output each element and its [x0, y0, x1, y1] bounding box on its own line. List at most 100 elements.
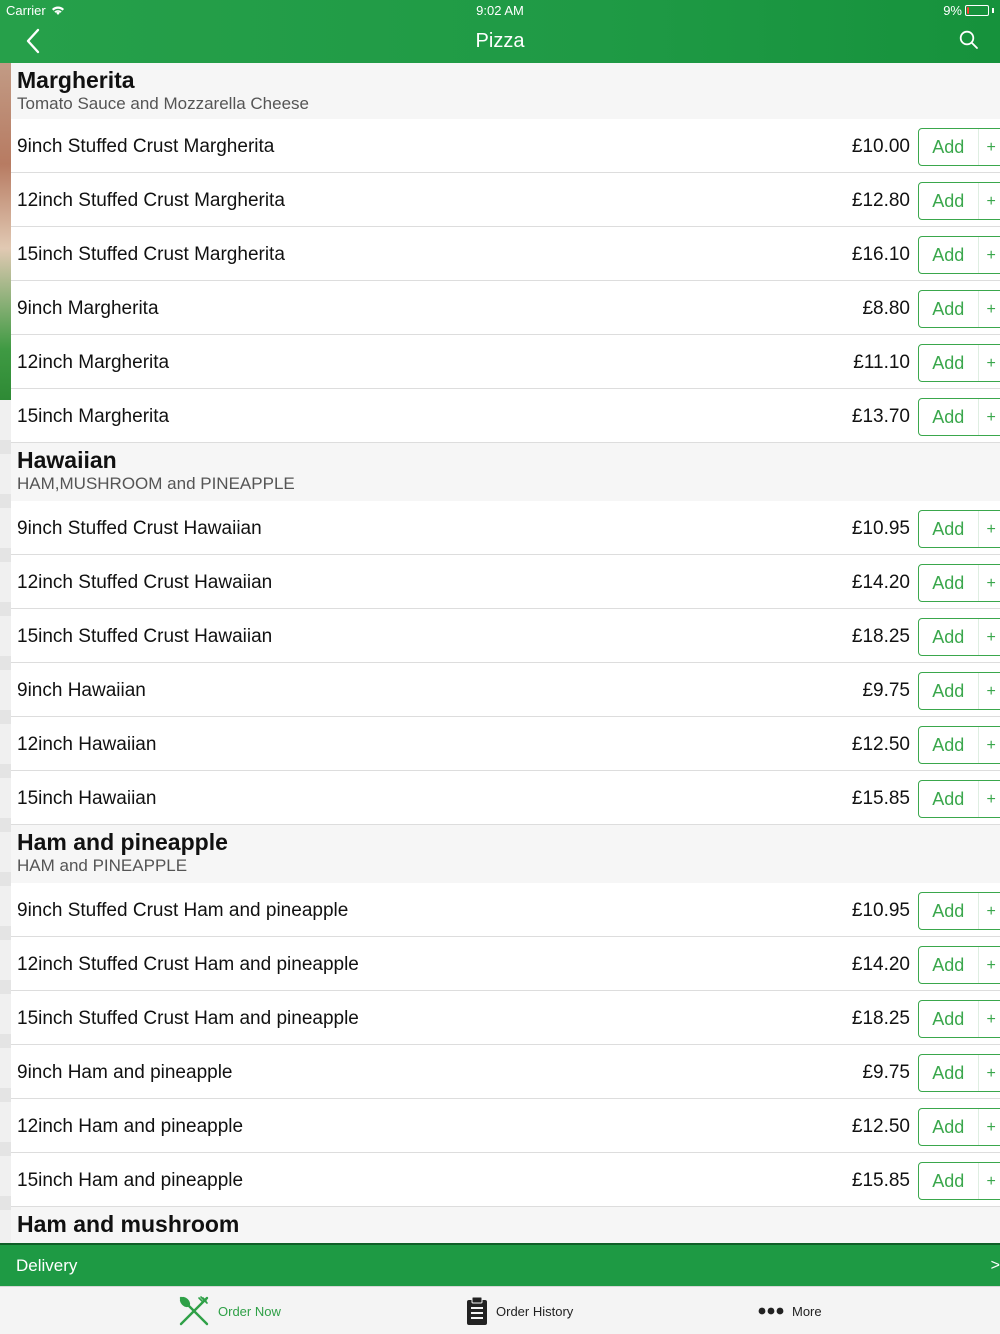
menu-item-row: 12inch Ham and pineapple £12.50 Add +: [11, 1099, 1000, 1153]
add-label: Add: [932, 190, 965, 211]
delivery-label: Delivery: [16, 1256, 78, 1275]
menu-item-row: 12inch Hawaiian £12.50 Add +: [11, 717, 1000, 771]
add-button[interactable]: Add +: [918, 1108, 1000, 1146]
item-price: £12.50: [851, 734, 910, 755]
add-button[interactable]: Add +: [918, 618, 1000, 656]
plus-icon: +: [977, 673, 1000, 709]
add-button[interactable]: Add +: [918, 946, 1000, 984]
item-price: £11.10: [853, 352, 910, 373]
menu-item-row: 9inch Ham and pineapple £9.75 Add +: [11, 1045, 1000, 1099]
plus-icon: +: [977, 1055, 1000, 1091]
add-button[interactable]: Add +: [918, 1162, 1000, 1200]
section-description: HAM,MUSHROOM and PINEAPPLE: [17, 474, 295, 493]
item-price: £10.00: [851, 136, 910, 157]
category-strip-background: [0, 400, 11, 1243]
add-label: Add: [932, 626, 965, 647]
item-name: 9inch Hawaiian: [17, 680, 146, 701]
item-name: 15inch Margherita: [17, 406, 170, 427]
section-description: Tomato Sauce and Mozzarella Cheese: [17, 94, 309, 113]
section-title: Ham and mushroom: [17, 1211, 240, 1237]
item-name: 12inch Stuffed Crust Margherita: [17, 190, 285, 211]
plus-icon: +: [977, 893, 1000, 929]
plus-icon: +: [977, 947, 1000, 983]
item-price: £10.95: [851, 900, 910, 921]
add-button[interactable]: Add +: [918, 236, 1000, 274]
tab-more[interactable]: More: [758, 1287, 822, 1334]
ellipsis-icon: [758, 1307, 784, 1315]
add-button[interactable]: Add +: [918, 892, 1000, 930]
menu-item-row: 12inch Stuffed Crust Margherita £12.80 A…: [11, 173, 1000, 227]
menu-item-row: 15inch Ham and pineapple £15.85 Add +: [11, 1153, 1000, 1207]
plus-icon: +: [977, 727, 1000, 763]
add-label: Add: [932, 788, 965, 809]
add-button[interactable]: Add +: [918, 344, 1000, 382]
item-price: £15.85: [851, 1170, 910, 1191]
item-name: 15inch Hawaiian: [17, 788, 157, 809]
menu-item-row: 15inch Stuffed Crust Ham and pineapple £…: [11, 991, 1000, 1045]
section-title: Ham and pineapple: [17, 829, 228, 855]
tab-order-history[interactable]: Order History: [466, 1287, 573, 1334]
menu-item-row: 12inch Margherita £11.10 Add +: [11, 335, 1000, 389]
section-header: Hawaiian HAM,MUSHROOM and PINEAPPLE: [11, 443, 1000, 501]
plus-icon: +: [977, 399, 1000, 435]
battery-status: 9%: [943, 3, 994, 18]
add-label: Add: [932, 954, 965, 975]
item-price: £16.10: [851, 244, 910, 265]
add-label: Add: [932, 518, 965, 539]
add-button[interactable]: Add +: [918, 128, 1000, 166]
add-button[interactable]: Add +: [918, 182, 1000, 220]
delivery-bar[interactable]: Delivery >: [0, 1243, 1000, 1286]
plus-icon: +: [977, 781, 1000, 817]
page-title: Pizza: [475, 30, 525, 52]
add-button[interactable]: Add +: [918, 290, 1000, 328]
add-label: Add: [932, 406, 965, 427]
item-price: £18.25: [851, 1008, 910, 1029]
search-icon: [959, 30, 978, 49]
menu-list: Margherita Tomato Sauce and Mozzarella C…: [11, 63, 1000, 1243]
item-name: 15inch Ham and pineapple: [17, 1170, 244, 1191]
menu-item-row: 12inch Stuffed Crust Ham and pineapple £…: [11, 937, 1000, 991]
battery-nub: [992, 8, 994, 13]
section-title: Margherita: [17, 67, 135, 93]
item-price: £9.75: [862, 680, 910, 701]
chevron-right-icon: >: [990, 1257, 1000, 1274]
item-name: 9inch Margherita: [17, 298, 159, 319]
add-button[interactable]: Add +: [918, 564, 1000, 602]
add-button[interactable]: Add +: [918, 780, 1000, 818]
add-button[interactable]: Add +: [918, 510, 1000, 548]
add-button[interactable]: Add +: [918, 1054, 1000, 1092]
menu-item-row: 9inch Hawaiian £9.75 Add +: [11, 663, 1000, 717]
menu-item-row: 15inch Stuffed Crust Hawaiian £18.25 Add…: [11, 609, 1000, 663]
plus-icon: +: [977, 1001, 1000, 1037]
add-label: Add: [932, 1008, 965, 1029]
clipboard-icon: [467, 1296, 487, 1325]
item-name: 9inch Stuffed Crust Ham and pineapple: [17, 900, 349, 921]
add-button[interactable]: Add +: [918, 1000, 1000, 1038]
add-label: Add: [932, 1116, 965, 1137]
add-button[interactable]: Add +: [918, 398, 1000, 436]
add-button[interactable]: Add +: [918, 726, 1000, 764]
item-name: 12inch Stuffed Crust Hawaiian: [17, 572, 273, 593]
menu-item-row: 9inch Stuffed Crust Hawaiian £10.95 Add +: [11, 501, 1000, 555]
section-title: Hawaiian: [17, 447, 117, 473]
tab-order-now[interactable]: Order Now: [178, 1287, 281, 1334]
add-button[interactable]: Add +: [918, 672, 1000, 710]
section-header: Ham and mushroom: [11, 1207, 1000, 1243]
menu-item-row: 15inch Hawaiian £15.85 Add +: [11, 771, 1000, 825]
plus-icon: +: [977, 1163, 1000, 1199]
battery-percent: 9%: [943, 3, 962, 18]
item-price: £14.20: [851, 572, 910, 593]
add-label: Add: [932, 680, 965, 701]
search-button[interactable]: [956, 27, 982, 53]
menu-item-row: 12inch Stuffed Crust Hawaiian £14.20 Add…: [11, 555, 1000, 609]
menu-item-row: 15inch Margherita £13.70 Add +: [11, 389, 1000, 443]
item-price: £13.70: [851, 406, 910, 427]
menu-item-row: 9inch Stuffed Crust Ham and pineapple £1…: [11, 883, 1000, 937]
plus-icon: +: [977, 1109, 1000, 1145]
plus-icon: +: [977, 619, 1000, 655]
item-price: £12.80: [851, 190, 910, 211]
plus-icon: +: [977, 129, 1000, 165]
tab-order-history-label: Order History: [496, 1303, 574, 1319]
add-label: Add: [932, 136, 965, 157]
tab-bar: Order Now Order History More: [0, 1286, 1000, 1334]
